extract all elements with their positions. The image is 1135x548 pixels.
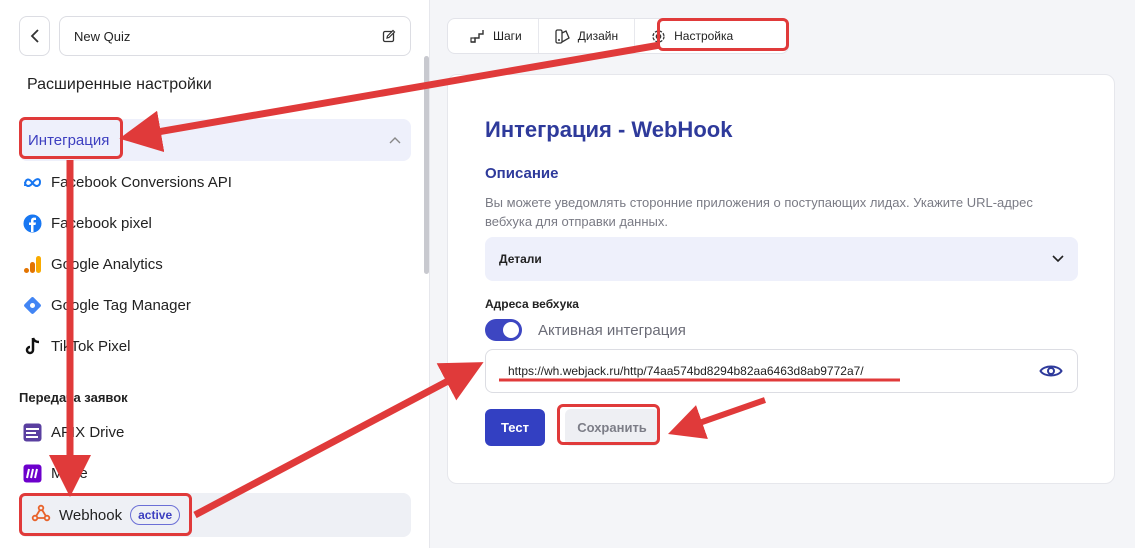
- integration-item-label: Google Analytics: [51, 255, 163, 273]
- tab-steps[interactable]: Шаги: [448, 19, 539, 53]
- tab-design[interactable]: Дизайн: [539, 19, 636, 53]
- webhook-url-field[interactable]: https://wh.webjack.ru/http/74aa574bd8294…: [485, 349, 1078, 393]
- tab-label: Дизайн: [577, 29, 619, 43]
- eye-icon[interactable]: [1039, 363, 1063, 379]
- advanced-settings-title: Расширенные настройки: [27, 76, 212, 93]
- details-accordion[interactable]: Детали: [485, 237, 1078, 281]
- google-tag-manager-icon: [23, 296, 42, 315]
- transfer-item-apix-drive[interactable]: APIX Drive: [23, 420, 124, 444]
- highlight-settings-tab: [657, 18, 789, 51]
- transfer-group-title: Передача заявок: [19, 390, 128, 405]
- design-icon: [555, 28, 570, 44]
- highlight-save-button: [557, 404, 660, 445]
- test-button[interactable]: Тест: [485, 409, 545, 446]
- apix-drive-icon: [23, 423, 42, 442]
- quiz-name-field[interactable]: New Quiz: [59, 16, 411, 56]
- active-integration-toggle[interactable]: [485, 319, 522, 341]
- sidebar: New Quiz Расширенные настройки Интеграци…: [0, 0, 430, 548]
- transfer-item-make[interactable]: Make: [23, 461, 88, 485]
- integration-item-tiktok-pixel[interactable]: TikTok Pixel: [23, 334, 130, 358]
- transfer-item-label: Make: [51, 464, 88, 482]
- description-heading: Описание: [485, 165, 559, 182]
- active-integration-label: Активная интеграция: [538, 321, 686, 339]
- google-analytics-icon: [23, 255, 42, 274]
- transfer-item-label: APIX Drive: [51, 423, 125, 441]
- integration-item-label: Facebook pixel: [51, 214, 152, 232]
- edit-icon[interactable]: [382, 29, 396, 43]
- webhook-settings-card: Интеграция - WebHook Описание Вы можете …: [447, 74, 1115, 484]
- facebook-icon: [23, 214, 42, 233]
- back-button[interactable]: [19, 16, 50, 56]
- webhook-url: https://wh.webjack.ru/http/74aa574bd8294…: [508, 364, 864, 378]
- integration-item-google-analytics[interactable]: Google Analytics: [23, 252, 163, 276]
- tab-label: Шаги: [493, 29, 522, 43]
- steps-icon: [470, 30, 484, 43]
- highlight-webhook: [19, 493, 192, 536]
- integration-item-google-tag-manager[interactable]: Google Tag Manager: [23, 293, 191, 317]
- sidebar-scrollbar[interactable]: [424, 56, 429, 274]
- page-title: Интеграция - WebHook: [485, 117, 733, 142]
- tiktok-icon: [23, 337, 42, 356]
- active-integration-row: Активная интеграция: [485, 319, 686, 341]
- integration-item-facebook-pixel[interactable]: Facebook pixel: [23, 211, 152, 235]
- chevron-down-icon: [1052, 255, 1064, 263]
- meta-icon: [23, 173, 42, 192]
- integration-item-facebook-capi[interactable]: Facebook Conversions API: [23, 170, 232, 194]
- highlight-integration: [19, 117, 123, 159]
- integration-item-label: TikTok Pixel: [51, 337, 131, 355]
- make-icon: [23, 464, 42, 483]
- quiz-name: New Quiz: [74, 28, 131, 44]
- chevron-up-icon: [389, 137, 401, 144]
- chevron-left-icon: [30, 29, 39, 43]
- description-text: Вы можете уведомлять сторонние приложени…: [485, 195, 1033, 229]
- integration-item-label: Google Tag Manager: [51, 296, 191, 314]
- webhook-addresses-label: Адреса вебхука: [485, 297, 579, 311]
- details-label: Детали: [499, 252, 542, 266]
- integration-item-label: Facebook Conversions API: [51, 173, 232, 191]
